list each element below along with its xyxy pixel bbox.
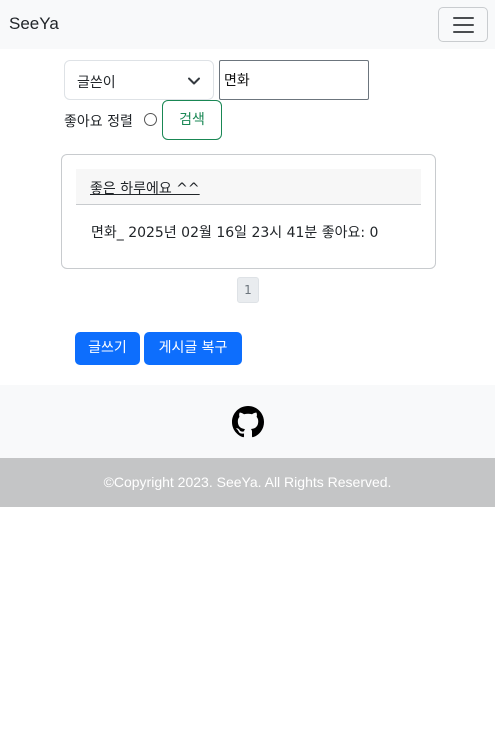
- post-title-link[interactable]: 좋은 하루에요 ^^: [90, 178, 200, 198]
- footer-copyright-bar: ©Copyright 2023. SeeYa. All Rights Reser…: [0, 458, 495, 507]
- pagination-page-1[interactable]: 1: [237, 277, 259, 303]
- write-post-button[interactable]: 글쓰기: [75, 332, 140, 365]
- post-card: 좋은 하루에요 ^^ 면화_ 2025년 02월 16일 23시 41분 좋아요…: [61, 154, 436, 269]
- like-sort-label: 좋아요 정렬: [64, 114, 133, 130]
- github-icon[interactable]: [232, 406, 264, 438]
- copyright-text: ©Copyright 2023. SeeYa. All Rights Reser…: [103, 474, 392, 490]
- like-sort-radio[interactable]: [144, 113, 157, 126]
- post-card-header: 좋은 하루에요 ^^: [76, 169, 421, 205]
- search-field-select[interactable]: 글쓴이: [64, 60, 214, 100]
- search-input[interactable]: [219, 60, 369, 100]
- chevron-down-icon: [188, 77, 200, 85]
- search-button[interactable]: 검색: [162, 100, 222, 140]
- navbar-toggler-button[interactable]: [438, 7, 488, 42]
- brand-link[interactable]: SeeYa: [9, 14, 59, 34]
- navbar: SeeYa: [0, 0, 495, 49]
- post-meta: 면화_ 2025년 02월 16일 23시 41분 좋아요: 0: [91, 225, 379, 241]
- restore-post-button[interactable]: 게시글 복구: [144, 332, 242, 365]
- search-field-selected-value: 글쓴이: [77, 75, 116, 91]
